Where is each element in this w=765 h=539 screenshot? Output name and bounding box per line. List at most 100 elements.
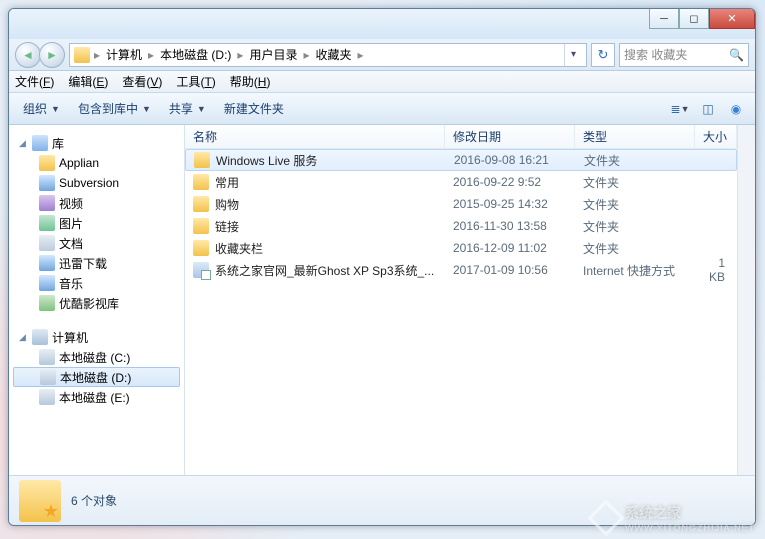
column-headers: 名称 修改日期 类型 大小 xyxy=(185,125,737,149)
address-bar[interactable]: ▸ 计算机▸ 本地磁盘 (D:)▸ 用户目录▸ 收藏夹▸ ▾ xyxy=(69,43,587,67)
file-type: 文件夹 xyxy=(575,196,695,213)
computer-icon xyxy=(32,329,48,345)
address-dropdown[interactable]: ▾ xyxy=(564,44,582,66)
file-row[interactable]: Windows Live 服务 2016-09-08 16:21文件夹 xyxy=(185,149,737,171)
libraries-icon xyxy=(32,135,48,151)
file-date: 2017-01-09 10:56 xyxy=(445,263,575,277)
breadcrumb-item[interactable]: 收藏夹 xyxy=(313,46,353,63)
explorer-window: ─ ◻ ✕ ◄ ► ▸ 计算机▸ 本地磁盘 (D:)▸ 用户目录▸ 收藏夹▸ ▾… xyxy=(8,8,756,526)
file-row[interactable]: 购物 2015-09-25 14:32文件夹 xyxy=(185,193,737,215)
file-date: 2016-09-08 16:21 xyxy=(446,153,576,167)
tree-item[interactable]: 图片 xyxy=(9,213,184,233)
expand-icon[interactable]: ◢ xyxy=(17,138,28,149)
tree-item[interactable]: 音乐 xyxy=(9,273,184,293)
search-placeholder: 搜索 收藏夹 xyxy=(624,46,687,63)
file-date: 2016-11-30 13:58 xyxy=(445,219,575,233)
video-icon xyxy=(39,195,55,211)
menu-tools[interactable]: 工具(T) xyxy=(176,73,215,90)
file-row[interactable]: 常用 2016-09-22 9:52文件夹 xyxy=(185,171,737,193)
tree-drive-d[interactable]: 本地磁盘 (D:) xyxy=(13,367,180,387)
folder-icon xyxy=(193,196,209,212)
drive-icon xyxy=(40,369,56,385)
minimize-button[interactable]: ─ xyxy=(649,9,679,29)
favorites-folder-icon xyxy=(19,480,61,522)
search-icon: 🔍 xyxy=(729,48,744,62)
folder-icon xyxy=(193,240,209,256)
share-button[interactable]: 共享 ▼ xyxy=(163,98,212,119)
view-options-button[interactable]: ≣ ▼ xyxy=(669,98,691,120)
nav-row: ◄ ► ▸ 计算机▸ 本地磁盘 (D:)▸ 用户目录▸ 收藏夹▸ ▾ ↻ 搜索 … xyxy=(9,39,755,71)
tree-item[interactable]: 文档 xyxy=(9,233,184,253)
expand-icon[interactable]: ◢ xyxy=(17,332,28,343)
tree-item[interactable]: 优酷影视库 xyxy=(9,293,184,313)
include-library-button[interactable]: 包含到库中 ▼ xyxy=(72,98,157,119)
folder-icon xyxy=(74,47,90,63)
file-type: Internet 快捷方式 xyxy=(575,262,695,279)
help-button[interactable]: ◉ xyxy=(725,98,747,120)
titlebar: ─ ◻ ✕ xyxy=(9,9,755,39)
file-type: 文件夹 xyxy=(575,174,695,191)
file-type: 文件夹 xyxy=(575,240,695,257)
search-box[interactable]: 搜索 收藏夹 🔍 xyxy=(619,43,749,67)
file-row[interactable]: 系统之家官网_最新Ghost XP Sp3系统_... 2017-01-09 10… xyxy=(185,259,737,281)
tree-libraries[interactable]: ◢ 库 xyxy=(9,133,184,153)
toolbar: 组织 ▼ 包含到库中 ▼ 共享 ▼ 新建文件夹 ≣ ▼ ◫ ◉ xyxy=(9,93,755,125)
file-row[interactable]: 链接 2016-11-30 13:58文件夹 xyxy=(185,215,737,237)
status-bar: 6 个对象 xyxy=(9,475,755,525)
folder-icon xyxy=(193,174,209,190)
youku-icon xyxy=(39,295,55,311)
drive-icon xyxy=(39,349,55,365)
file-date: 2016-09-22 9:52 xyxy=(445,175,575,189)
preview-pane-button[interactable]: ◫ xyxy=(697,98,719,120)
close-button[interactable]: ✕ xyxy=(709,9,755,29)
tree-item[interactable]: Applian xyxy=(9,153,184,173)
documents-icon xyxy=(39,235,55,251)
forward-button[interactable]: ► xyxy=(39,42,65,68)
tree-drive-e[interactable]: 本地磁盘 (E:) xyxy=(9,387,184,407)
file-name: Windows Live 服务 xyxy=(216,152,317,169)
pictures-icon xyxy=(39,215,55,231)
menubar: 文件(F) 编辑(E) 查看(V) 工具(T) 帮助(H) xyxy=(9,71,755,93)
breadcrumb-item[interactable]: 用户目录 xyxy=(247,46,299,63)
nav-tree: ◢ 库 Applian Subversion 视频 图片 文档 迅雷下载 音乐 … xyxy=(9,125,185,475)
file-name: 购物 xyxy=(215,196,239,213)
scrollbar[interactable] xyxy=(737,125,755,475)
new-folder-button[interactable]: 新建文件夹 xyxy=(218,98,290,119)
col-date[interactable]: 修改日期 xyxy=(445,125,575,148)
file-type: 文件夹 xyxy=(575,218,695,235)
tree-item[interactable]: 迅雷下载 xyxy=(9,253,184,273)
col-name[interactable]: 名称 xyxy=(185,125,445,148)
folder-icon xyxy=(39,155,55,171)
file-name: 收藏夹栏 xyxy=(215,240,263,257)
menu-edit[interactable]: 编辑(E) xyxy=(68,73,108,90)
back-button[interactable]: ◄ xyxy=(15,42,41,68)
menu-view[interactable]: 查看(V) xyxy=(122,73,162,90)
drive-icon xyxy=(39,389,55,405)
breadcrumb-item[interactable]: 本地磁盘 (D:) xyxy=(158,46,233,63)
col-type[interactable]: 类型 xyxy=(575,125,695,148)
file-type: 文件夹 xyxy=(576,152,696,169)
file-date: 2016-12-09 11:02 xyxy=(445,241,575,255)
refresh-button[interactable]: ↻ xyxy=(591,43,615,67)
download-icon xyxy=(39,255,55,271)
folder-icon xyxy=(193,218,209,234)
file-name: 系统之家官网_最新Ghost XP Sp3系统_... xyxy=(215,262,434,279)
file-name: 常用 xyxy=(215,174,239,191)
file-row[interactable]: 收藏夹栏 2016-12-09 11:02文件夹 xyxy=(185,237,737,259)
maximize-button[interactable]: ◻ xyxy=(679,9,709,29)
status-count: 6 个对象 xyxy=(71,492,117,509)
tree-item[interactable]: Subversion xyxy=(9,173,184,193)
shortcut-icon xyxy=(193,262,209,278)
file-date: 2015-09-25 14:32 xyxy=(445,197,575,211)
breadcrumb-item[interactable]: 计算机 xyxy=(104,46,144,63)
col-size[interactable]: 大小 xyxy=(695,125,737,148)
tree-computer[interactable]: ◢ 计算机 xyxy=(9,327,184,347)
folder-icon xyxy=(194,152,210,168)
tree-item[interactable]: 视频 xyxy=(9,193,184,213)
subversion-icon xyxy=(39,175,55,191)
organize-button[interactable]: 组织 ▼ xyxy=(17,98,66,119)
menu-file[interactable]: 文件(F) xyxy=(15,73,54,90)
file-name: 链接 xyxy=(215,218,239,235)
tree-drive-c[interactable]: 本地磁盘 (C:) xyxy=(9,347,184,367)
menu-help[interactable]: 帮助(H) xyxy=(230,73,271,90)
